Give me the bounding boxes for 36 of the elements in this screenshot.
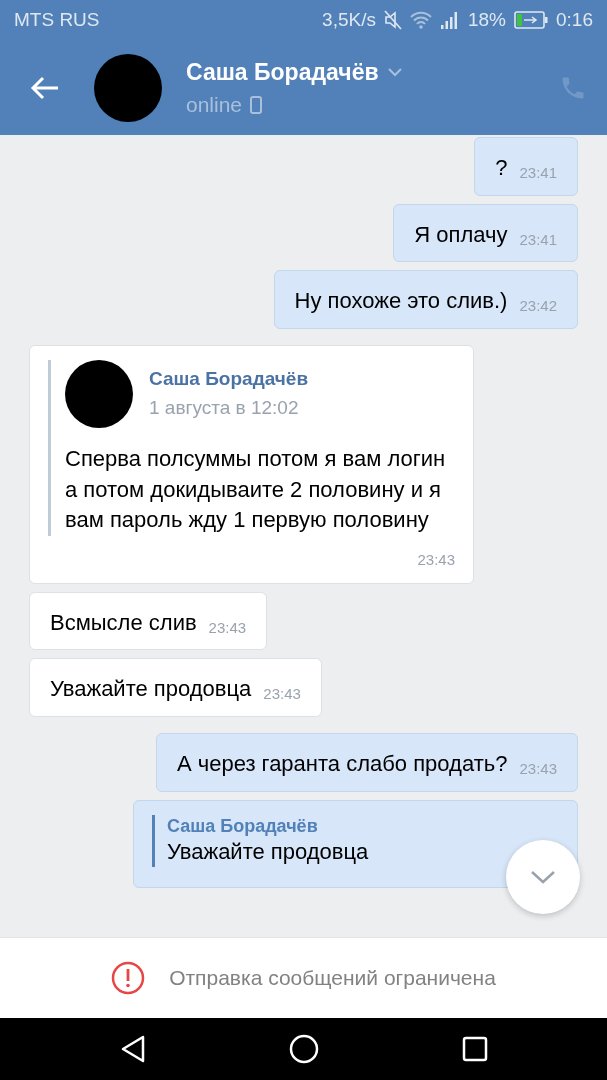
post-date: 1 августа в 12:02 [149, 395, 300, 420]
back-arrow-icon[interactable] [30, 74, 60, 101]
reply-text: Уважайте продовца [167, 837, 370, 866]
message-text: ? [495, 154, 508, 182]
message-text: Я оплачу [414, 220, 508, 249]
restriction-notice: Отправка сообщений ограничена [169, 965, 496, 992]
message-time: 23:41 [519, 163, 557, 183]
message-text: Ну похоже это слив.) [294, 287, 508, 316]
message-text: А через гаранта слабо продать? [176, 749, 508, 778]
message-time: 23:42 [519, 296, 557, 316]
clock: 0:16 [556, 7, 593, 32]
chevron-down-icon [529, 869, 557, 885]
battery-icon [514, 11, 548, 29]
recents-nav-icon[interactable] [461, 1036, 488, 1062]
back-nav-icon[interactable] [119, 1035, 146, 1063]
battery-percent: 18% [468, 7, 506, 32]
message-time: 23:43 [519, 759, 557, 779]
forwarded-text: Сперва полсуммы потом я вам логин а потом докидываите 2 половину и я вам пароль жду 1 первую половину [65, 444, 447, 535]
message-time: 23:43 [417, 551, 455, 569]
wifi-icon [410, 11, 432, 29]
message-time: 23:43 [263, 684, 301, 704]
message-time: 23:43 [208, 617, 247, 638]
author-name: Саша Борадачёв [149, 367, 309, 392]
network-speed: 3,5K/s [322, 7, 376, 32]
message-time: 23:41 [519, 229, 557, 250]
phone-device-icon [250, 95, 263, 114]
message-text: Уважайте продовца [50, 675, 252, 704]
presence-status: online [186, 92, 243, 118]
signal-icon [440, 11, 460, 29]
contact-name[interactable]: Саша Борадачёв [186, 54, 379, 89]
mute-icon [384, 10, 402, 30]
reply-author: Саша Борадачёв [167, 814, 319, 838]
warning-icon [111, 961, 146, 995]
home-nav-icon[interactable] [288, 1034, 319, 1064]
carrier-name: MTS RUS [14, 7, 100, 32]
message-text: Всмысле слив [50, 608, 197, 637]
